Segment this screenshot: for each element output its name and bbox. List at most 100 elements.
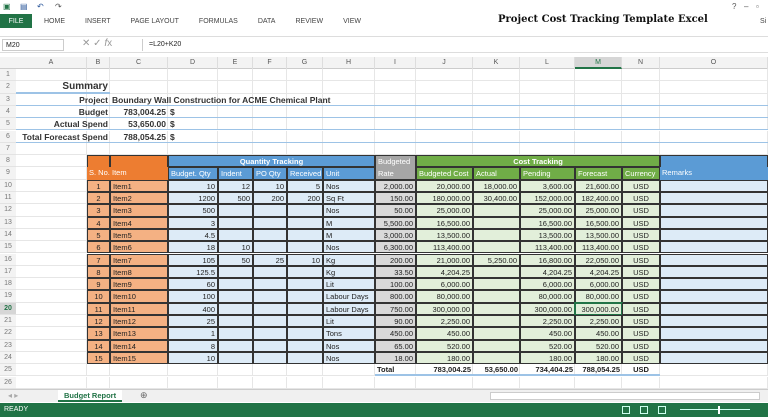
grid-cell[interactable] [16, 253, 87, 266]
unit-cell[interactable]: Nos [323, 179, 375, 192]
pending-cell[interactable]: 2,250.00 [520, 315, 575, 328]
sno-cell[interactable]: 10 [87, 290, 110, 303]
grid-cell[interactable] [575, 118, 622, 131]
grid-cell[interactable] [622, 376, 660, 389]
grid-cell[interactable] [168, 364, 218, 377]
currency-cell[interactable]: USD [622, 302, 660, 315]
sno-cell[interactable]: 4 [87, 216, 110, 229]
grid-cell[interactable] [473, 142, 520, 156]
received-cell[interactable]: 5 [287, 179, 323, 192]
sheet-nav-arrows-icon[interactable]: ◂ ▸ [8, 391, 18, 400]
rate-cell[interactable]: 6,300.00 [375, 241, 416, 254]
received-cell[interactable] [287, 302, 323, 315]
po_qty-cell[interactable] [253, 216, 287, 229]
rate-cell[interactable]: 2,000.00 [375, 179, 416, 192]
column-header-o[interactable]: O [660, 57, 768, 69]
forecast-cell[interactable]: 6,000.00 [575, 278, 622, 291]
rate-cell[interactable]: 3,000.00 [375, 228, 416, 242]
row-header-9[interactable]: 9 [0, 167, 16, 180]
received-cell[interactable]: 200 [287, 192, 323, 205]
remarks-cell[interactable] [660, 302, 768, 315]
rate-cell[interactable]: 5,500.00 [375, 216, 416, 229]
undo-icon[interactable]: ↶ [37, 2, 44, 11]
sno-cell[interactable]: 11 [87, 302, 110, 315]
normal-view-icon[interactable] [622, 406, 630, 414]
grid-cell[interactable] [16, 69, 87, 82]
column-header-e[interactable]: E [218, 57, 253, 69]
grid-cell[interactable] [323, 118, 375, 131]
row-header-7[interactable]: 7 [0, 142, 16, 156]
item-cell[interactable]: Item15 [110, 351, 168, 365]
po_qty-cell[interactable] [253, 278, 287, 291]
received-cell[interactable] [287, 351, 323, 365]
indent-cell[interactable]: 500 [218, 192, 253, 205]
indent-cell[interactable]: 12 [218, 179, 253, 192]
tab-formulas[interactable]: FORMULAS [199, 18, 238, 25]
remarks-cell[interactable] [660, 216, 768, 229]
budgeted_cost-cell[interactable]: 180,000.00 [416, 192, 473, 205]
currency-cell[interactable]: USD [622, 216, 660, 229]
budgeted_cost-cell[interactable]: 80,000.00 [416, 290, 473, 303]
pending-cell[interactable]: 16,800.00 [520, 253, 575, 266]
item-cell[interactable]: Item9 [110, 278, 168, 291]
grid-cell[interactable] [622, 130, 660, 143]
grid-cell[interactable] [253, 376, 287, 389]
grid-cell[interactable] [218, 105, 253, 119]
budgeted_cost-cell[interactable]: 520.00 [416, 339, 473, 352]
pending-cell[interactable]: 13,500.00 [520, 228, 575, 242]
grid-cell[interactable] [16, 315, 87, 328]
indent-cell[interactable] [218, 204, 253, 217]
grid-cell[interactable] [218, 130, 253, 143]
pending-cell[interactable]: 3,600.00 [520, 179, 575, 192]
po_qty-cell[interactable] [253, 204, 287, 217]
po_qty-cell[interactable] [253, 228, 287, 242]
zoom-slider[interactable] [680, 409, 750, 410]
budgeted_cost-cell[interactable]: 450.00 [416, 327, 473, 340]
tab-home[interactable]: HOME [44, 18, 65, 25]
rate-cell[interactable]: 33.50 [375, 265, 416, 279]
row-header-24[interactable]: 24 [0, 351, 16, 365]
row-header-4[interactable]: 4 [0, 105, 16, 119]
grid-cell[interactable] [375, 69, 416, 82]
grid-cell[interactable] [110, 69, 168, 82]
item-cell[interactable]: Item1 [110, 179, 168, 192]
grid-cell[interactable] [323, 81, 375, 94]
budgeted_cost-cell[interactable]: 21,000.00 [416, 253, 473, 266]
received-cell[interactable] [287, 204, 323, 217]
tab-data[interactable]: DATA [258, 18, 276, 25]
forecast-cell[interactable]: 113,400.00 [575, 241, 622, 254]
received-cell[interactable] [287, 339, 323, 352]
actual-cell[interactable]: 30,400.00 [473, 192, 520, 205]
item-cell[interactable]: Item2 [110, 192, 168, 205]
grid-cell[interactable] [87, 376, 110, 389]
sno-cell[interactable]: 9 [87, 278, 110, 291]
currency-cell[interactable]: USD [622, 179, 660, 192]
actual-cell[interactable] [473, 204, 520, 217]
received-cell[interactable] [287, 265, 323, 279]
rate-cell[interactable]: 150.00 [375, 192, 416, 205]
grid-cell[interactable] [416, 118, 473, 131]
row-header-26[interactable]: 26 [0, 376, 16, 389]
budgeted_cost-cell[interactable]: 113,400.00 [416, 241, 473, 254]
grid-cell[interactable] [416, 81, 473, 94]
budget_qty-cell[interactable]: 10 [168, 179, 218, 192]
item-cell[interactable]: Item3 [110, 204, 168, 217]
actual-cell[interactable] [473, 265, 520, 279]
grid-cell[interactable] [622, 118, 660, 131]
grid-cell[interactable] [622, 69, 660, 82]
help-icon[interactable]: ? [732, 2, 736, 11]
grid-cell[interactable] [520, 118, 575, 131]
po_qty-cell[interactable] [253, 315, 287, 328]
pending-cell[interactable]: 180.00 [520, 351, 575, 365]
currency-cell[interactable]: USD [622, 265, 660, 279]
unit-cell[interactable]: Nos [323, 241, 375, 254]
grid-cell[interactable] [16, 327, 87, 340]
po_qty-cell[interactable] [253, 302, 287, 315]
formula-input[interactable]: =L20+K20 [142, 39, 766, 51]
currency-cell[interactable]: USD [622, 278, 660, 291]
cancel-confirm-function-icons[interactable]: ✕ ✓ fx [82, 38, 112, 49]
grid-cell[interactable] [16, 192, 87, 205]
grid-cell[interactable] [87, 69, 110, 82]
grid-cell[interactable] [323, 364, 375, 377]
grid-cell[interactable] [253, 130, 287, 143]
